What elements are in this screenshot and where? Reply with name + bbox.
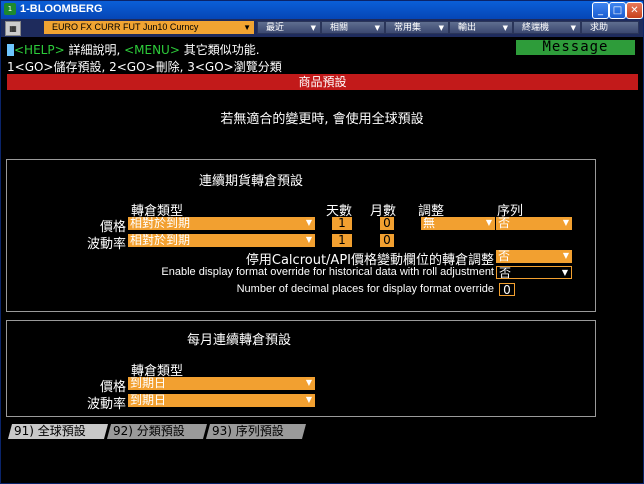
- select-value: 否: [498, 250, 511, 263]
- bloomberg-window: 1 1-BLOOMBERG _ □ ✕ ▦ EURO FX CURR FUT J…: [0, 0, 644, 484]
- select-value: 無: [423, 217, 436, 230]
- menu-label: 最近: [266, 23, 285, 33]
- select-value: 否: [498, 217, 511, 230]
- monthly-volatility-select[interactable]: 到期日 ▼: [128, 394, 315, 407]
- chevron-down-icon: ▼: [562, 251, 569, 260]
- chevron-down-icon: ▼: [305, 235, 312, 244]
- select-value: 到期日: [130, 394, 167, 407]
- chevron-down-icon: ▼: [374, 24, 380, 32]
- toolbar-icon[interactable]: ▦: [5, 21, 21, 36]
- menu-label: 終端機: [522, 23, 550, 33]
- decimal-places-field[interactable]: 0: [499, 283, 515, 297]
- volatility-roll-type-select[interactable]: 相對於到期 ▼: [128, 234, 315, 247]
- window-title: 1-BLOOMBERG: [20, 3, 103, 15]
- chevron-down-icon: ▼: [562, 218, 569, 227]
- price-adjust-select[interactable]: 無 ▼: [421, 217, 495, 230]
- minimize-button[interactable]: _: [592, 2, 609, 19]
- menu-output[interactable]: 輸出 ▼: [449, 21, 513, 34]
- volatility-months-field[interactable]: 0: [380, 234, 394, 247]
- menu-label: 常用集: [394, 23, 422, 33]
- tab-label: 92) 分類預設: [113, 424, 185, 438]
- menu-label: 相關: [330, 23, 349, 33]
- page-banner: 商品預設: [7, 74, 638, 90]
- menu-text: 其它類似功能.: [179, 43, 260, 57]
- terminal-screen: <HELP> 詳細說明, <MENU> 其它類似功能. Message 1<GO…: [4, 38, 640, 481]
- disable-roll-adjust-select[interactable]: 否 ▼: [496, 250, 572, 263]
- menu-related[interactable]: 相關 ▼: [321, 21, 385, 34]
- tab-global-defaults[interactable]: 91) 全球預設: [7, 424, 109, 439]
- row-label-volatility: 波動率: [86, 397, 126, 412]
- bloomberg-icon: 1: [4, 3, 16, 15]
- option-display-format-label: Enable display format override for histo…: [161, 266, 494, 278]
- menu-help[interactable]: 求助: [581, 21, 639, 34]
- panel-title: 連續期貨轉倉預設: [199, 174, 304, 189]
- display-format-override-select[interactable]: 否 ▼: [496, 266, 572, 279]
- menu-label: 求助: [590, 23, 609, 33]
- tab-sequence-defaults[interactable]: 93) 序列預設: [205, 424, 307, 439]
- price-months-field[interactable]: 0: [380, 217, 394, 230]
- chevron-down-icon: ▼: [305, 378, 312, 387]
- help-line: <HELP> 詳細說明, <MENU> 其它類似功能.: [7, 41, 260, 58]
- notice-text: 若無適合的變更時, 會使用全球預設: [220, 112, 424, 127]
- chevron-down-icon: ▼: [570, 24, 576, 32]
- select-value: 否: [499, 266, 512, 279]
- security-selector[interactable]: EURO FX CURR FUT Jun10 Curncy ▼: [44, 21, 254, 34]
- chevron-down-icon: ▼: [561, 268, 568, 277]
- chevron-down-icon: ▼: [243, 23, 251, 32]
- tab-label: 93) 序列預設: [212, 424, 284, 438]
- tab-label: 91) 全球預設: [14, 424, 86, 438]
- help-text: 詳細說明,: [64, 43, 125, 57]
- command-line: 1<GO>儲存預設, 2<GO>刪除, 3<GO>瀏覽分類: [7, 60, 282, 74]
- price-sequence-select[interactable]: 否 ▼: [496, 217, 572, 230]
- security-name: EURO FX CURR FUT Jun10 Curncy: [52, 22, 199, 32]
- message-button[interactable]: Message: [516, 40, 635, 55]
- panel-title: 每月連續轉倉預設: [187, 333, 292, 348]
- menu-label: 輸出: [458, 23, 477, 33]
- toolbar: ▦ EURO FX CURR FUT Jun10 Curncy ▼ 最近 ▼ 相關…: [1, 19, 643, 37]
- title-bar: 1 1-BLOOMBERG _ □ ✕: [1, 1, 643, 19]
- volatility-days-field[interactable]: 1: [332, 234, 352, 247]
- chevron-down-icon: ▼: [502, 24, 508, 32]
- select-value: 相對於到期: [130, 234, 191, 247]
- text-cursor: [7, 44, 14, 56]
- tab-category-defaults[interactable]: 92) 分類預設: [106, 424, 208, 439]
- option-decimal-places-label: Number of decimal places for display for…: [236, 283, 494, 295]
- select-value: 相對於到期: [130, 217, 191, 230]
- menu-favorites[interactable]: 常用集 ▼: [385, 21, 449, 34]
- menu-key[interactable]: <MENU>: [124, 43, 180, 57]
- chevron-down-icon: ▼: [310, 24, 316, 32]
- maximize-button[interactable]: □: [609, 2, 626, 19]
- select-value: 到期日: [130, 377, 167, 390]
- menu-terminal[interactable]: 終端機 ▼: [513, 21, 581, 34]
- price-days-field[interactable]: 1: [332, 217, 352, 230]
- help-key[interactable]: <HELP>: [14, 43, 65, 57]
- chevron-down-icon: ▼: [485, 218, 492, 227]
- chevron-down-icon: ▼: [438, 24, 444, 32]
- chevron-down-icon: ▼: [305, 395, 312, 404]
- monthly-price-select[interactable]: 到期日 ▼: [128, 377, 315, 390]
- close-button[interactable]: ✕: [626, 2, 643, 19]
- price-roll-type-select[interactable]: 相對於到期 ▼: [128, 217, 315, 230]
- menu-recent[interactable]: 最近 ▼: [257, 21, 321, 34]
- chevron-down-icon: ▼: [305, 218, 312, 227]
